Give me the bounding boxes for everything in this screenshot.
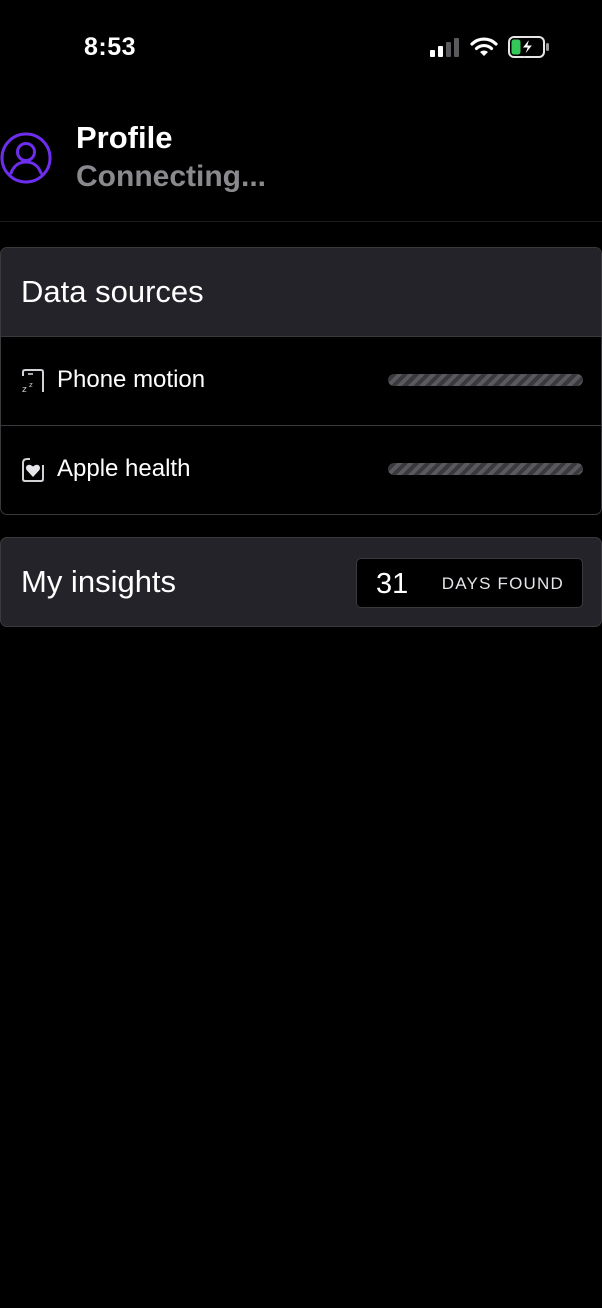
profile-title: Profile [76,120,173,155]
days-found-badge: 31 DAYS FOUND [356,558,583,608]
profile-header[interactable]: Profile Connecting... [0,110,602,220]
source-row-phone-motion[interactable]: z z Phone motion [1,337,601,426]
cellular-signal-icon [430,38,459,57]
data-sources-title: Data sources [21,274,204,309]
sleep-phone-icon: z z [22,369,44,394]
insights-card[interactable]: My insights 31 DAYS FOUND [0,537,602,627]
status-bar: 8:53 [0,0,602,96]
user-circle-icon [0,132,52,184]
source-row-apple-health[interactable]: Apple health [1,426,601,514]
insights-title: My insights [21,564,177,599]
svg-text:z: z [22,385,27,394]
progress-bar [388,463,583,475]
days-label: DAYS FOUND [441,574,564,593]
data-sources-card: Data sources z z Phone motion Apple heal… [0,247,602,515]
source-label: Apple health [57,455,191,482]
status-icons [430,36,550,58]
status-time: 8:53 [84,33,137,61]
connection-status: Connecting... [76,160,266,193]
data-sources-header: Data sources [1,248,601,337]
header-divider [0,221,602,222]
svg-text:z: z [29,381,33,389]
progress-bar [388,374,583,386]
progress-fill [388,463,583,475]
progress-fill [388,374,583,386]
wifi-icon [470,37,498,56]
days-count: 31 [376,568,409,600]
battery-charging-icon [508,36,549,58]
screen: 8:53 Profile Connecting... Data sources … [0,0,602,1308]
source-label: Phone motion [57,366,206,393]
heart-badge-icon [22,458,44,482]
